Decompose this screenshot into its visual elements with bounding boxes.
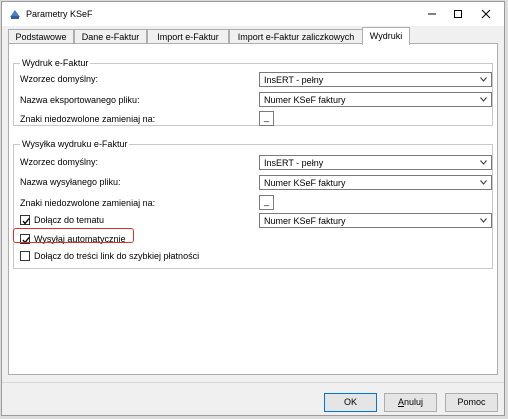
wydruki-panel: Wydruk e-Faktur Wzorzec domyślny: InsERT… xyxy=(8,43,498,375)
group-wydruk-e-faktur: Wydruk e-Faktur Wzorzec domyślny: InsERT… xyxy=(13,58,493,126)
window-title: Parametry KSeF xyxy=(26,9,93,19)
tab-import-e-faktur[interactable]: Import e-Faktur xyxy=(147,29,229,44)
tab-label: Podstawowe xyxy=(15,32,67,42)
export-file-label: Nazwa eksportowanego pliku: xyxy=(20,95,140,105)
combo-value: Numer KSeF faktury xyxy=(264,178,346,188)
group-title: Wysyłka wydruku e-Faktur xyxy=(20,139,130,150)
replace-chars-label: Znaki niedozwolone zamieniaj na: xyxy=(20,114,156,124)
export-file-combo[interactable]: Numer KSeF faktury xyxy=(259,92,492,107)
button-label: nuluj xyxy=(404,397,424,407)
highlight-annotation xyxy=(13,228,134,243)
chevron-down-icon xyxy=(480,218,487,223)
tab-label: Import e-Faktur xyxy=(157,32,219,42)
app-icon xyxy=(9,8,21,20)
tab-import-e-faktur-zaliczkowych[interactable]: Import e-Faktur zaliczkowych xyxy=(229,29,363,44)
tab-label: Import e-Faktur zaliczkowych xyxy=(237,32,355,42)
chevron-down-icon xyxy=(480,180,487,185)
chevron-down-icon xyxy=(480,77,487,82)
combo-value: Numer KSeF faktury xyxy=(264,216,346,226)
quick-pay-link-label: Dołącz do treści link do szybkiej płatno… xyxy=(34,251,200,261)
dialog-window: Parametry KSeF Podstawowe Dane e-Faktur … xyxy=(1,1,505,416)
attach-subject-checkbox[interactable] xyxy=(20,215,30,225)
tab-dane-e-faktur[interactable]: Dane e-Faktur xyxy=(74,29,147,44)
chevron-down-icon xyxy=(480,97,487,102)
combo-value: InsERT - pełny xyxy=(264,75,324,85)
tab-podstawowe[interactable]: Podstawowe xyxy=(8,29,74,44)
attach-subject-label: Dołącz do tematu xyxy=(34,215,105,225)
button-label: Pomoc xyxy=(457,397,486,407)
combo-value: Numer KSeF faktury xyxy=(264,95,346,105)
tab-wydruki[interactable]: Wydruki xyxy=(362,27,410,45)
maximize-icon[interactable] xyxy=(450,6,466,22)
help-button[interactable]: Pomoc xyxy=(445,393,498,412)
tab-label: Wydruki xyxy=(369,31,403,41)
default-template-label: Wzorzec domyślny: xyxy=(20,74,99,84)
title-bar: Parametry KSeF xyxy=(2,2,504,26)
sent-file-label: Nazwa wysyłanego pliku: xyxy=(20,177,121,187)
default-template-combo[interactable]: InsERT - pełny xyxy=(259,72,492,87)
ok-button[interactable]: OK xyxy=(324,393,377,412)
replace-chars-label: Znaki niedozwolone zamieniaj na: xyxy=(20,198,156,208)
sent-file-combo[interactable]: Numer KSeF faktury xyxy=(259,175,492,190)
close-icon[interactable] xyxy=(478,6,494,22)
quick-pay-link-checkbox[interactable] xyxy=(20,251,30,261)
chevron-down-icon xyxy=(480,160,487,165)
group-wysylka-wydruku: Wysyłka wydruku e-Faktur Wzorzec domyśln… xyxy=(13,139,493,269)
attach-subject-combo[interactable]: Numer KSeF faktury xyxy=(259,213,492,228)
default-template-label: Wzorzec domyślny: xyxy=(20,157,99,167)
group-title: Wydruk e-Faktur xyxy=(20,58,91,69)
footer-divider xyxy=(2,382,504,383)
send-replace-chars-input[interactable]: _ xyxy=(259,195,274,210)
tab-label: Dane e-Faktur xyxy=(81,32,140,42)
minimize-icon[interactable] xyxy=(424,6,440,22)
checkmark-icon xyxy=(22,218,30,225)
cancel-button[interactable]: Anuluj xyxy=(384,393,437,412)
replace-chars-input[interactable]: _ xyxy=(259,111,274,126)
button-label: OK xyxy=(343,397,357,407)
send-template-combo[interactable]: InsERT - pełny xyxy=(259,155,492,170)
combo-value: InsERT - pełny xyxy=(264,158,324,168)
